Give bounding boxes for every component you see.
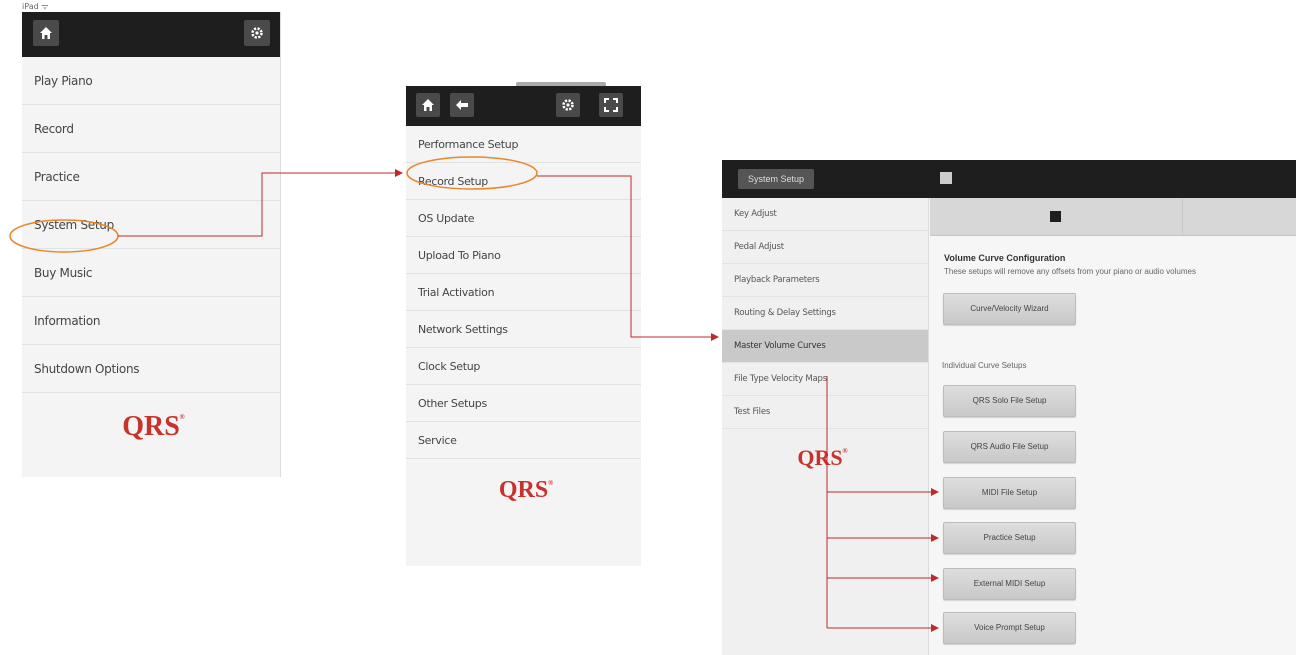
- detail-sidebar: Key Adjust Pedal Adjust Playback Paramet…: [722, 198, 929, 655]
- settings-button[interactable]: [244, 20, 270, 46]
- external-midi-setup-button[interactable]: External MIDI Setup: [943, 568, 1076, 600]
- menu-item-play-piano[interactable]: Play Piano: [22, 57, 280, 105]
- midi-file-setup-button[interactable]: MIDI File Setup: [943, 477, 1076, 509]
- menu-item-record[interactable]: Record: [22, 105, 280, 153]
- detail-header: System Setup: [722, 160, 1296, 198]
- window-icon[interactable]: [940, 172, 952, 184]
- home-icon: [40, 27, 52, 39]
- fullscreen-button[interactable]: [599, 93, 623, 117]
- sidebar-item-master-volume-curves[interactable]: Master Volume Curves: [722, 330, 928, 363]
- settings-button[interactable]: [556, 93, 580, 117]
- main-menu-topbar: [22, 12, 280, 57]
- back-button[interactable]: [450, 93, 474, 117]
- system-setup-detail-panel: System Setup Key Adjust Pedal Adjust Pla…: [722, 160, 1296, 655]
- volume-curve-title: Volume Curve Configuration: [944, 253, 1066, 263]
- home-button[interactable]: [33, 20, 59, 46]
- individual-curve-setups-label: Individual Curve Setups: [942, 361, 1027, 370]
- gear-icon: [251, 27, 263, 39]
- system-setup-topbar: [406, 86, 641, 126]
- detail-content: Volume Curve Configuration These setups …: [930, 198, 1296, 655]
- menu-item-upload-to-piano[interactable]: Upload To Piano: [406, 237, 641, 274]
- sidebar-item-key-adjust[interactable]: Key Adjust: [722, 198, 928, 231]
- menu-item-system-setup[interactable]: System Setup: [22, 201, 280, 249]
- sidebar-item-routing-delay[interactable]: Routing & Delay Settings: [722, 297, 928, 330]
- qrs-audio-file-setup-button[interactable]: QRS Audio File Setup: [943, 431, 1076, 463]
- home-icon: [422, 99, 434, 111]
- voice-prompt-setup-button[interactable]: Voice Prompt Setup: [943, 612, 1076, 644]
- home-button[interactable]: [416, 93, 440, 117]
- qrs-logo: QRS ®: [498, 477, 554, 503]
- tab-icon[interactable]: [1050, 211, 1061, 222]
- qrs-solo-file-setup-button[interactable]: QRS Solo File Setup: [943, 385, 1076, 417]
- main-menu-panel: Play Piano Record Practice System Setup …: [22, 12, 281, 477]
- system-setup-panel: Performance Setup Record Setup OS Update…: [406, 82, 641, 566]
- menu-item-practice[interactable]: Practice: [22, 153, 280, 201]
- menu-item-shutdown-options[interactable]: Shutdown Options: [22, 345, 280, 393]
- menu-item-record-setup[interactable]: Record Setup: [406, 163, 641, 200]
- sidebar-item-test-files[interactable]: Test Files: [722, 396, 928, 429]
- volume-curve-description: These setups will remove any offsets fro…: [944, 267, 1196, 276]
- menu-item-clock-setup[interactable]: Clock Setup: [406, 348, 641, 385]
- sidebar-item-pedal-adjust[interactable]: Pedal Adjust: [722, 231, 928, 264]
- sidebar-item-playback-parameters[interactable]: Playback Parameters: [722, 264, 928, 297]
- menu-item-network-settings[interactable]: Network Settings: [406, 311, 641, 348]
- detail-title: System Setup: [738, 169, 815, 189]
- back-arrow-icon: [456, 100, 468, 110]
- menu-item-buy-music[interactable]: Buy Music: [22, 249, 280, 297]
- menu-item-trial-activation[interactable]: Trial Activation: [406, 274, 641, 311]
- fullscreen-icon: [604, 98, 618, 112]
- tab-divider: [1182, 198, 1183, 236]
- menu-item-information[interactable]: Information: [22, 297, 280, 345]
- curve-velocity-wizard-button[interactable]: Curve/Velocity Wizard: [943, 293, 1076, 325]
- qrs-logo: QRS ®: [122, 411, 185, 442]
- menu-item-service[interactable]: Service: [406, 422, 641, 459]
- qrs-logo: QRS ®: [797, 445, 848, 470]
- status-bar: iPad ᯤ: [22, 2, 49, 11]
- menu-item-performance-setup[interactable]: Performance Setup: [406, 126, 641, 163]
- menu-item-os-update[interactable]: OS Update: [406, 200, 641, 237]
- menu-item-other-setups[interactable]: Other Setups: [406, 385, 641, 422]
- detail-tabbar: [930, 198, 1296, 236]
- practice-setup-button[interactable]: Practice Setup: [943, 522, 1076, 554]
- sidebar-item-file-type-velocity-maps[interactable]: File Type Velocity Maps: [722, 363, 928, 396]
- gear-icon: [562, 99, 574, 111]
